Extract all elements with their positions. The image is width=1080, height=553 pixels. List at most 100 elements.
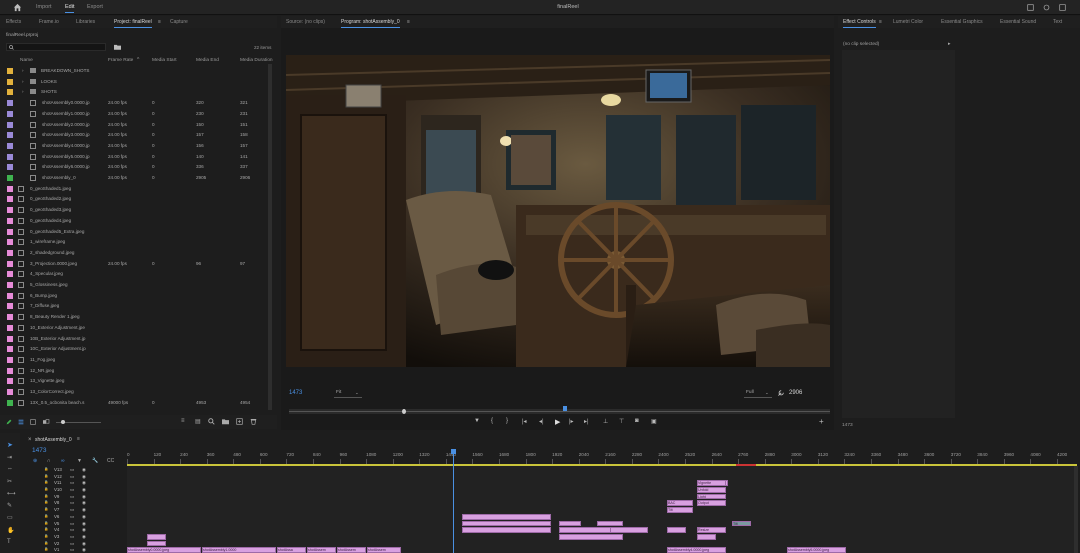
label-color-chip[interactable] <box>7 132 13 139</box>
track-select-tool-icon[interactable]: ⇥ <box>7 454 12 461</box>
effect-controls-menu-icon[interactable]: ≡ <box>879 19 882 25</box>
effect-clip[interactable]: Light <box>697 493 726 500</box>
timeline-clip[interactable]: shotAssem <box>337 547 366 553</box>
track-label[interactable]: V5 <box>54 521 59 526</box>
label-color-chip[interactable] <box>7 153 13 160</box>
pencil-icon[interactable] <box>6 419 12 425</box>
track-lock-icon[interactable]: 🔒 <box>44 480 48 484</box>
timeline-clip[interactable]: shotAssem <box>367 547 401 553</box>
playback-quality-select[interactable]: Full ⌄ <box>744 390 772 398</box>
tab-project[interactable]: Project: finalReel <box>114 19 152 28</box>
column-name[interactable]: Name <box>20 58 33 63</box>
track-eye-icon[interactable]: ◉ <box>82 547 86 553</box>
nest-icon[interactable]: ⊕ <box>33 458 37 464</box>
label-color-chip[interactable] <box>7 196 13 203</box>
timeline-clip[interactable] <box>147 540 166 547</box>
track-label[interactable]: V13 <box>54 467 62 472</box>
icon-view-icon[interactable] <box>30 419 36 425</box>
timeline-settings-icon[interactable]: 🔧 <box>92 458 98 464</box>
linked-selection-icon[interactable]: ∞ <box>61 458 65 464</box>
panel-menu-icon[interactable]: ≡ <box>158 19 161 25</box>
button-editor-icon[interactable]: + <box>819 417 824 426</box>
label-color-chip[interactable] <box>7 260 13 267</box>
track-lock-icon[interactable]: 🔒 <box>44 507 48 511</box>
project-item-row[interactable]: 0_geoShaded1.jpeg <box>0 184 270 195</box>
track-lock-icon[interactable]: 🔒 <box>44 527 48 531</box>
timeline-clip[interactable] <box>462 527 551 533</box>
mark-out-icon[interactable]: } <box>506 418 508 424</box>
project-item-row[interactable]: 13_ColorCorrect.jpeg <box>0 387 270 398</box>
track-sync-icon[interactable]: ▭ <box>70 494 74 500</box>
label-color-chip[interactable] <box>7 110 13 117</box>
step-back-icon[interactable]: ◂| <box>539 418 544 425</box>
label-color-chip[interactable] <box>7 217 13 224</box>
program-timecode[interactable]: 1473 <box>289 390 302 396</box>
rectangle-tool-icon[interactable]: ▭ <box>7 514 13 521</box>
track-label[interactable]: V8 <box>54 500 59 505</box>
track-eye-icon[interactable]: ◉ <box>82 507 86 513</box>
timeline-clip[interactable] <box>610 527 648 533</box>
mark-in-icon[interactable]: { <box>491 418 493 424</box>
track-lock-icon[interactable]: 🔒 <box>44 467 48 471</box>
project-item-row[interactable]: shotAssembly0.0000.jp 24.00 fps 0 320 321 <box>0 98 270 109</box>
tab-import[interactable]: Import <box>36 4 52 10</box>
timeline-clip[interactable]: shotAssa <box>277 547 306 553</box>
add-marker-timeline-icon[interactable]: ▼ <box>77 458 82 464</box>
tab-source[interactable]: Source: (no clips) <box>286 19 325 25</box>
label-color-chip[interactable] <box>7 164 13 171</box>
timeline-clip[interactable]: shotAssembly4.0000.jpeg <box>667 547 726 553</box>
track-lock-icon[interactable]: 🔒 <box>44 534 48 538</box>
effect-clip[interactable]: Tilt <box>732 520 751 527</box>
track-lock-icon[interactable]: 🔒 <box>44 494 48 498</box>
type-tool-icon[interactable]: T <box>7 539 11 545</box>
track-label[interactable]: V1 <box>54 547 59 552</box>
timeline-clip[interactable]: shotAssembly1.0000 <box>202 547 276 553</box>
list-view-icon[interactable] <box>18 419 24 425</box>
track-label[interactable]: V4 <box>54 527 59 532</box>
column-media-duration[interactable]: Media Duration <box>240 58 273 63</box>
snap-icon[interactable]: ∩ <box>47 458 51 464</box>
expand-chevron-icon[interactable]: › <box>22 68 24 73</box>
label-color-chip[interactable] <box>7 78 13 85</box>
timeline-clip[interactable] <box>147 533 166 540</box>
timeline-clip[interactable] <box>559 533 623 540</box>
project-item-row[interactable]: 1_wireframe.jpeg <box>0 237 270 248</box>
label-color-chip[interactable] <box>7 207 13 214</box>
label-color-chip[interactable] <box>7 228 13 235</box>
project-item-row[interactable]: 3_Projection.0000.jpeg 24.00 fps 0 96 97 <box>0 259 270 270</box>
track-label[interactable]: V10 <box>54 487 62 492</box>
label-color-chip[interactable] <box>7 185 13 192</box>
fullscreen-icon[interactable] <box>1059 4 1066 11</box>
tab-effects[interactable]: Effects <box>6 19 21 25</box>
timeline-playhead-handle[interactable] <box>451 449 457 454</box>
track-label[interactable]: V6 <box>54 514 59 519</box>
project-item-row[interactable]: 11_Fog.jpeg <box>0 355 270 366</box>
label-color-chip[interactable] <box>7 271 13 278</box>
add-marker-icon[interactable]: ▼ <box>474 418 480 424</box>
track-lock-icon[interactable]: 🔒 <box>44 474 48 478</box>
label-color-chip[interactable] <box>7 324 13 331</box>
expand-chevron-icon[interactable]: › <box>22 89 24 94</box>
project-item-row[interactable]: shotAssembly1.0000.jp 24.00 fps 0 230 231 <box>0 109 270 120</box>
track-sync-icon[interactable]: ▭ <box>70 480 74 486</box>
expand-chevron-icon[interactable]: › <box>22 79 24 84</box>
track-label[interactable]: V3 <box>54 534 59 539</box>
track-eye-icon[interactable]: ◉ <box>82 474 86 480</box>
track-lock-icon[interactable]: 🔒 <box>44 487 48 491</box>
tab-lumetri-color[interactable]: Lumetri Color <box>893 19 923 25</box>
search-input[interactable] <box>6 43 106 51</box>
tab-text[interactable]: Text <box>1053 19 1062 25</box>
timeline-clip[interactable] <box>667 527 686 533</box>
project-item-row[interactable]: shotAssembly5.0000.jp 24.00 fps 0 140 141 <box>0 152 270 163</box>
project-scrollbar[interactable] <box>268 64 272 410</box>
zoom-slider[interactable] <box>56 420 101 424</box>
track-eye-icon[interactable]: ◉ <box>82 467 86 473</box>
project-item-row[interactable]: shotAssembly_0 24.00 fps 0 2905 2906 <box>0 173 270 184</box>
project-item-row[interactable]: 10B_Exterior Adjustment.jp <box>0 334 270 345</box>
project-item-row[interactable]: shotAssembly3.0000.jp 24.00 fps 0 157 158 <box>0 130 270 141</box>
track-lock-icon[interactable]: 🔒 <box>44 547 48 551</box>
label-color-chip[interactable] <box>7 389 13 395</box>
timeline-ruler[interactable]: 0 120 240 360 480 600 720 840 960 1080 1200 1320 144… <box>127 449 1077 464</box>
chevron-right-icon[interactable]: ▸ <box>948 41 951 47</box>
track-label[interactable]: V9 <box>54 494 59 499</box>
